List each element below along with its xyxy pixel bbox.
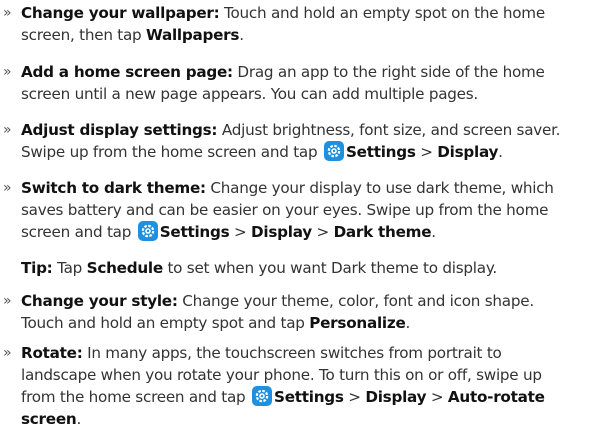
item-text: Swipe up from the home screen and tap <box>21 143 318 161</box>
item-text: saves battery and can be easier on your … <box>21 201 549 219</box>
punctuation: . <box>498 143 503 161</box>
settings-tips-document: » Change your wallpaper: Touch and hold … <box>0 0 613 430</box>
item-heading: Change your style: <box>21 292 178 310</box>
wallpapers-option: Wallpapers <box>146 26 240 44</box>
tip-dark-theme-schedule: Tip: Tap Schedule to set when you want D… <box>0 257 613 279</box>
item-text: Touch and hold an empty spot on the home <box>224 4 545 22</box>
bullet-marker: » <box>3 5 12 21</box>
settings-option: Settings <box>274 388 344 406</box>
item-text: Touch and hold an empty spot and tap <box>21 314 305 332</box>
auto-rotate-option: Auto-rotate <box>447 388 545 406</box>
path-separator: > <box>316 223 330 241</box>
bullet-marker: » <box>3 345 12 361</box>
item-text: screen and tap <box>21 223 132 241</box>
item-text: to set when you want Dark theme to displ… <box>167 259 497 277</box>
tip-change-style: » Change your style: Change your theme, … <box>0 290 613 334</box>
personalize-option: Personalize <box>309 314 406 332</box>
item-text: Tap <box>57 259 83 277</box>
bullet-marker: » <box>3 64 12 80</box>
path-separator: > <box>233 223 247 241</box>
tip-label: Tip: <box>21 259 53 277</box>
item-heading: Add a home screen page: <box>21 63 233 81</box>
item-text: screen, then tap <box>21 26 142 44</box>
punctuation: . <box>239 26 244 44</box>
auto-rotate-option-cont: screen <box>21 410 77 428</box>
bullet-marker: » <box>3 293 12 309</box>
settings-icon <box>252 386 273 406</box>
display-option: Display <box>251 223 312 241</box>
item-text: Drag an app to the right side of the hom… <box>237 63 545 81</box>
settings-icon <box>137 221 158 241</box>
item-text: from the home screen and tap <box>21 388 246 406</box>
item-heading: Switch to dark theme: <box>21 179 206 197</box>
settings-option: Settings <box>159 223 230 241</box>
bullet-marker: » <box>3 122 12 138</box>
item-text: screen until a new page appears. You can… <box>21 85 478 103</box>
settings-option: Settings <box>345 143 416 161</box>
tip-switch-dark-theme: » Switch to dark theme: Change your disp… <box>0 177 613 243</box>
item-text: Change your theme, color, font and icon … <box>182 292 534 310</box>
tip-rotate: » Rotate: In many apps, the touchscreen … <box>0 342 613 430</box>
item-text: Change your display to use dark theme, w… <box>210 179 554 197</box>
bullet-marker: » <box>3 180 12 196</box>
punctuation: . <box>76 410 82 428</box>
tip-add-home-screen-page: » Add a home screen page: Drag an app to… <box>0 61 613 105</box>
path-separator: > <box>430 388 444 406</box>
item-heading: Change your wallpaper: <box>21 4 220 22</box>
settings-icon <box>323 141 344 161</box>
punctuation: . <box>431 223 436 241</box>
tip-adjust-display-settings: » Adjust display settings: Adjust bright… <box>0 119 613 163</box>
display-option: Display <box>437 143 499 161</box>
item-text: landscape when you rotate your phone. To… <box>21 366 542 384</box>
punctuation: . <box>405 314 411 332</box>
path-separator: > <box>348 388 361 406</box>
item-heading: Adjust display settings: <box>21 121 218 139</box>
display-option: Display <box>365 388 427 406</box>
dark-theme-option: Dark theme <box>333 223 432 241</box>
item-heading: Rotate: <box>21 344 83 362</box>
path-separator: > <box>420 143 433 161</box>
schedule-option: Schedule <box>86 259 164 277</box>
item-text: Adjust brightness, font size, and screen… <box>221 121 561 139</box>
item-text: In many apps, the touchscreen switches f… <box>87 344 502 362</box>
tip-change-wallpaper: » Change your wallpaper: Touch and hold … <box>0 2 613 46</box>
